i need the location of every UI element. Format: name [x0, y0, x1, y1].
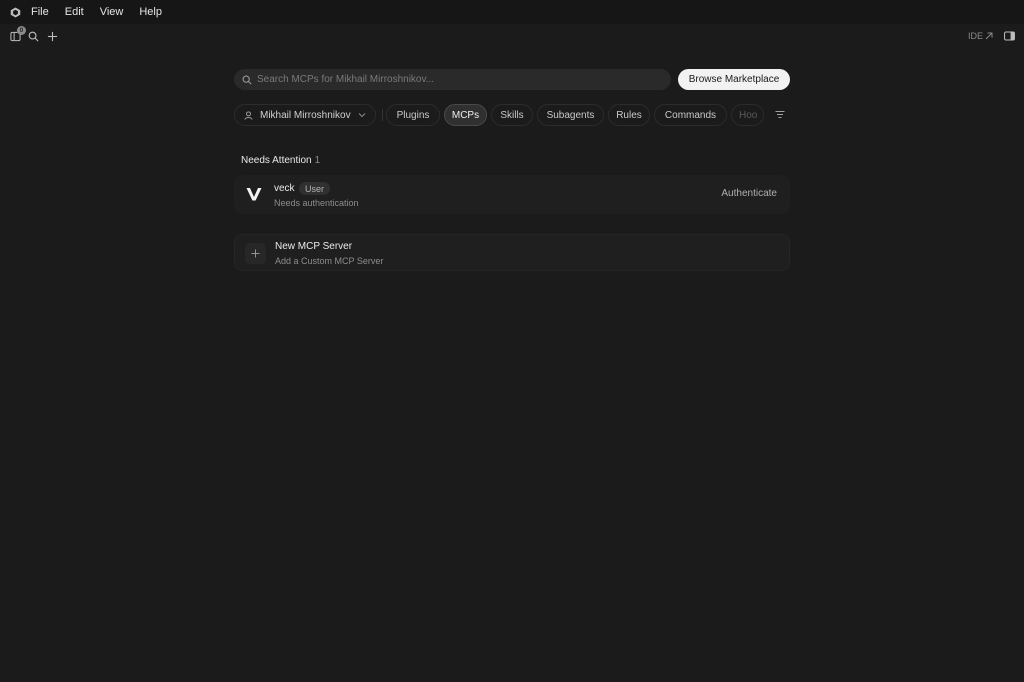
ide-link[interactable]: IDE: [968, 31, 993, 41]
scope-user-dropdown[interactable]: Mikhail Mirroshnikov: [234, 104, 376, 126]
new-server-subtitle: Add a Custom MCP Server: [275, 256, 384, 266]
menu-file[interactable]: File: [30, 0, 57, 24]
search-bar[interactable]: [234, 69, 671, 90]
ide-label: IDE: [967, 31, 983, 41]
panel-toggle-icon[interactable]: [1004, 31, 1015, 41]
plus-icon: [245, 243, 266, 264]
server-status: Needs authentication: [274, 198, 359, 208]
menu-view[interactable]: View: [92, 0, 132, 24]
tab-plugins[interactable]: Plugins: [386, 104, 440, 126]
agents-count-badge: 0: [17, 26, 26, 35]
authenticate-button[interactable]: Authenticate: [721, 188, 777, 199]
scope-badge: User: [299, 182, 331, 195]
scope-user-name: Mikhail Mirroshnikov: [260, 109, 351, 121]
tabs-divider: [382, 109, 383, 121]
app-logo-icon[interactable]: [0, 0, 30, 24]
search-icon[interactable]: [28, 31, 39, 42]
tab-rules[interactable]: Rules: [608, 104, 650, 126]
tab-commands[interactable]: Commands: [654, 104, 727, 126]
user-icon: [244, 110, 253, 120]
tab-hooks[interactable]: Hoo: [731, 104, 764, 126]
needs-attention-heading: Needs Attention 1: [241, 155, 320, 166]
filter-icon[interactable]: [775, 110, 785, 119]
tab-subagents[interactable]: Subagents: [537, 104, 604, 126]
needs-attention-count: 1: [314, 155, 321, 166]
server-name: veck: [274, 183, 295, 194]
tab-skills[interactable]: Skills: [491, 104, 533, 126]
agents-panel-icon[interactable]: 0: [10, 26, 26, 42]
filter-tabs: Mikhail Mirroshnikov Plugins MCPs Skills…: [234, 104, 790, 126]
new-server-title: New MCP Server: [275, 241, 353, 252]
tab-mcps[interactable]: MCPs: [444, 104, 487, 126]
new-mcp-server-card[interactable]: New MCP Server Add a Custom MCP Server: [234, 234, 790, 271]
new-tab-plus-icon[interactable]: [47, 31, 58, 42]
toolbar: 0 IDE: [0, 24, 1024, 50]
menu-help[interactable]: Help: [131, 0, 170, 24]
external-arrow-icon: [985, 32, 993, 40]
needs-attention-title: Needs Attention: [241, 155, 312, 166]
browse-marketplace-button[interactable]: Browse Marketplace: [678, 69, 790, 90]
menu-bar: File Edit View Help: [0, 0, 1024, 24]
search-icon: [242, 75, 252, 85]
menu-edit[interactable]: Edit: [57, 0, 92, 24]
veck-logo-icon: [246, 188, 262, 201]
mcp-server-card[interactable]: veck User Needs authentication Authentic…: [234, 175, 790, 214]
chevron-down-icon: [358, 113, 365, 118]
search-input[interactable]: [257, 74, 657, 85]
